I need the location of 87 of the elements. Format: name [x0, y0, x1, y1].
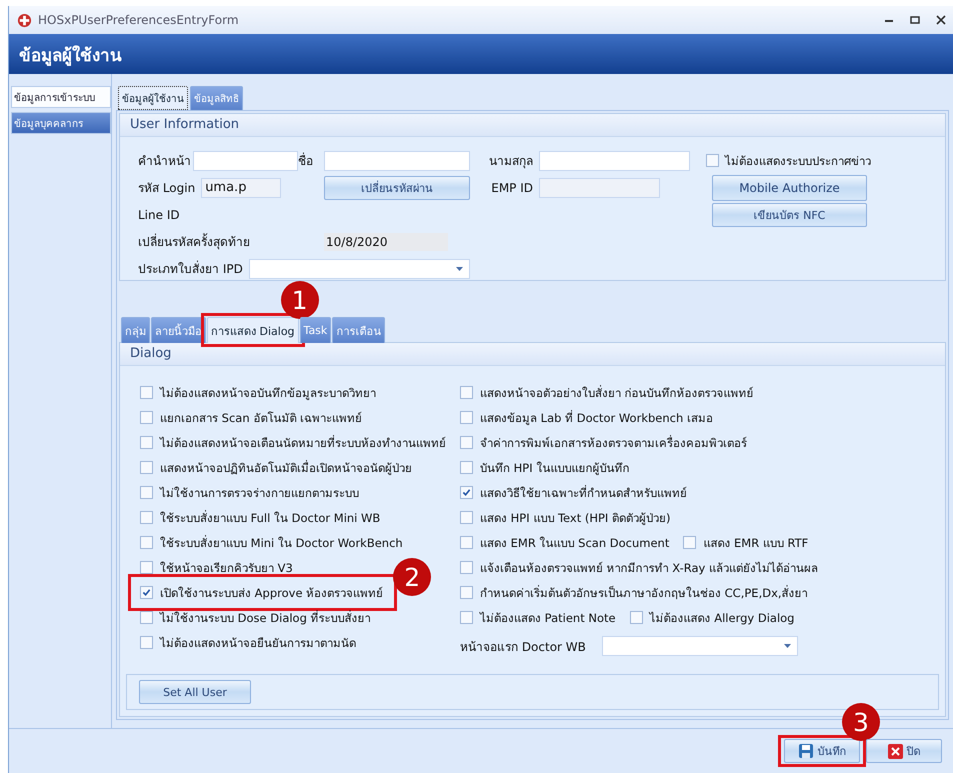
checkbox[interactable]	[140, 386, 153, 399]
option-label: บันทึก HPI ในแบบแยกผู้บันทึก	[480, 460, 630, 476]
sidebar-item[interactable]: ข้อมูลบุคคลากร	[11, 112, 111, 134]
save-button[interactable]: บันทึก	[784, 739, 860, 763]
checkbox[interactable]	[140, 511, 153, 524]
field-label: หน้าจอแรก Doctor WB	[460, 638, 586, 656]
checkbox[interactable]	[460, 611, 473, 624]
field-label: ประเภทใบสั่งยา IPD	[138, 260, 243, 278]
group-title: Dialog	[120, 343, 945, 366]
checkbox[interactable]	[683, 536, 696, 549]
tab[interactable]: การแสดง Dialog	[207, 317, 299, 343]
checkbox[interactable]	[140, 611, 153, 624]
option-label: แสดง EMR ในแบบ Scan Document	[480, 534, 670, 552]
field-label: นามสกุล	[488, 153, 534, 170]
field-label: คำนำหน้า	[138, 153, 192, 170]
checkbox[interactable]	[140, 636, 153, 649]
input-field[interactable]	[193, 150, 298, 170]
option-label: แสดงหน้าจอปฏิทินอัตโนมัติเมื่อเปิดหน้าจอนัดผู้ป่วย	[160, 459, 412, 476]
field-label: Line ID	[138, 208, 181, 222]
maximize-icon[interactable]	[910, 15, 920, 25]
option-label: กำหนดค่าเริ่มต้นตัวอักษรเป็นภาษาอังกฤษในช่อง CC,PE,Dx,สั่งยา	[480, 584, 808, 602]
option-label: แสดง HPI แบบ Text (HPI ติดตัวผู้ป่วย)	[480, 510, 670, 526]
checkbox[interactable]	[460, 486, 473, 499]
input-field[interactable]	[324, 150, 470, 170]
checkbox[interactable]	[140, 411, 153, 424]
callout-badge: 2	[393, 558, 432, 596]
checkbox[interactable]	[140, 461, 153, 474]
input-field[interactable]	[539, 150, 690, 170]
checkbox[interactable]	[460, 511, 473, 524]
option-label: แจ้งเตือนห้องตรวจแพทย์ หากมีการทำ X-Ray แล้วแต่ยังไม่ได้อ่านผล	[480, 560, 818, 576]
mobile-authorize-button[interactable]: Mobile Authorize	[712, 174, 867, 200]
field-label: ชื่อ	[298, 152, 314, 170]
checkbox[interactable]	[706, 154, 719, 167]
option-label: จำค่าการพิมพ์เอกสารห้องตรวจตามเครื่องคอมพิวเตอร์	[480, 434, 747, 452]
checkbox[interactable]	[460, 436, 473, 449]
option-label: ไม่ต้องแสดงหน้าจอบันทึกข้อมูลระบาดวิทยา	[160, 384, 376, 402]
header-title: ข้อมูลผู้ใช้งาน	[19, 44, 122, 68]
option-label: ใช้ระบบสั่งยาแบบ Full ใน Doctor Mini WB	[160, 509, 380, 526]
option-label: ไม่ต้องแสดงหน้าจอเตือนนัดหมายที่ระบบห้องทำงานแพทย์	[160, 434, 446, 452]
dropdown-arrow-icon	[456, 266, 463, 270]
checkbox[interactable]	[460, 461, 473, 474]
set-all-user-button[interactable]: Set All User	[139, 680, 251, 704]
dropdown-field[interactable]	[602, 636, 798, 656]
checkbox[interactable]	[140, 586, 153, 599]
option-label: ไม่ต้องแสดง Patient Note	[480, 610, 616, 626]
option-label: ไม่ต้องแสดงหน้าจอยืนยันการมาตามนัด	[160, 634, 356, 652]
input-field[interactable]	[539, 178, 660, 198]
field-label: รหัส Login	[138, 180, 196, 197]
dropdown-arrow-icon	[784, 644, 791, 648]
option-label: แสดงข้อมูล Lab ที่ Doctor Workbench เสมอ	[480, 409, 713, 426]
checkbox[interactable]	[460, 561, 473, 574]
option-label: ไม่ต้องแสดง Allergy Dialog	[650, 610, 794, 626]
tab[interactable]: ข้อมูลผู้ใช้งาน	[118, 86, 188, 110]
close-icon[interactable]	[936, 15, 946, 25]
close-button[interactable]: ปิด	[866, 739, 942, 763]
option-label: แสดงหน้าจอตัวอย่างใบสั่งยา ก่อนบันทึกห้องตรวจแพทย์	[480, 384, 754, 402]
close-icon	[888, 744, 902, 758]
date-value: 10/8/2020	[324, 232, 448, 250]
checkbox[interactable]	[460, 536, 473, 549]
checkbox[interactable]	[140, 536, 153, 549]
field-label: เปลี่ยนรหัสครั้งสุดท้าย	[138, 232, 251, 251]
checkbox[interactable]	[460, 386, 473, 399]
option-label: ใช้ระบบสั่งยาแบบ Mini ใน Doctor WorkBench	[160, 534, 403, 552]
option-label: ใช้หน้าจอเรียกคิวรับยา V3	[160, 560, 293, 576]
checkbox[interactable]	[140, 486, 153, 499]
write-nfc-button[interactable]: เขียนบัตร NFC	[712, 202, 867, 226]
sidebar-item[interactable]: ข้อมูลการเข้าระบบ	[11, 86, 111, 108]
callout-badge: 1	[280, 281, 319, 319]
dropdown-field[interactable]	[248, 258, 470, 278]
checkbox[interactable]	[460, 411, 473, 424]
checkbox[interactable]	[460, 586, 473, 599]
app-icon	[17, 12, 32, 28]
group-title: User Information	[120, 114, 945, 137]
option-label: ไม่ใช้งานการตรวจร่างกายแยกตามระบบ	[160, 484, 359, 502]
change-password-button[interactable]: เปลี่ยนรหัสผ่าน	[324, 176, 470, 200]
option-label: แยกเอกสาร Scan อัตโนมัติ เฉพาะแพทย์	[160, 410, 362, 426]
checkbox[interactable]	[140, 561, 153, 574]
checkbox-label: ไม่ต้องแสดงระบบประกาศข่าว	[725, 152, 871, 170]
option-label: ไม่ใช้งานระบบ Dose Dialog ที่ระบบสั่งยา	[160, 609, 371, 626]
field-label: EMP ID	[490, 180, 534, 194]
option-label: แสดง EMR แบบ RTF	[703, 534, 808, 552]
option-label: เปิดใช้งานระบบส่ง Approve ห้องตรวจแพทย์	[160, 584, 384, 602]
input-field[interactable]: uma.p	[201, 178, 282, 198]
window-title: HOSxPUserPreferencesEntryForm	[38, 13, 239, 27]
checkbox[interactable]	[140, 436, 153, 449]
checkbox[interactable]	[630, 611, 643, 624]
option-label: แสดงวิธีใช้ยาเฉพาะที่กำหนดสำหรับแพทย์	[480, 484, 687, 502]
